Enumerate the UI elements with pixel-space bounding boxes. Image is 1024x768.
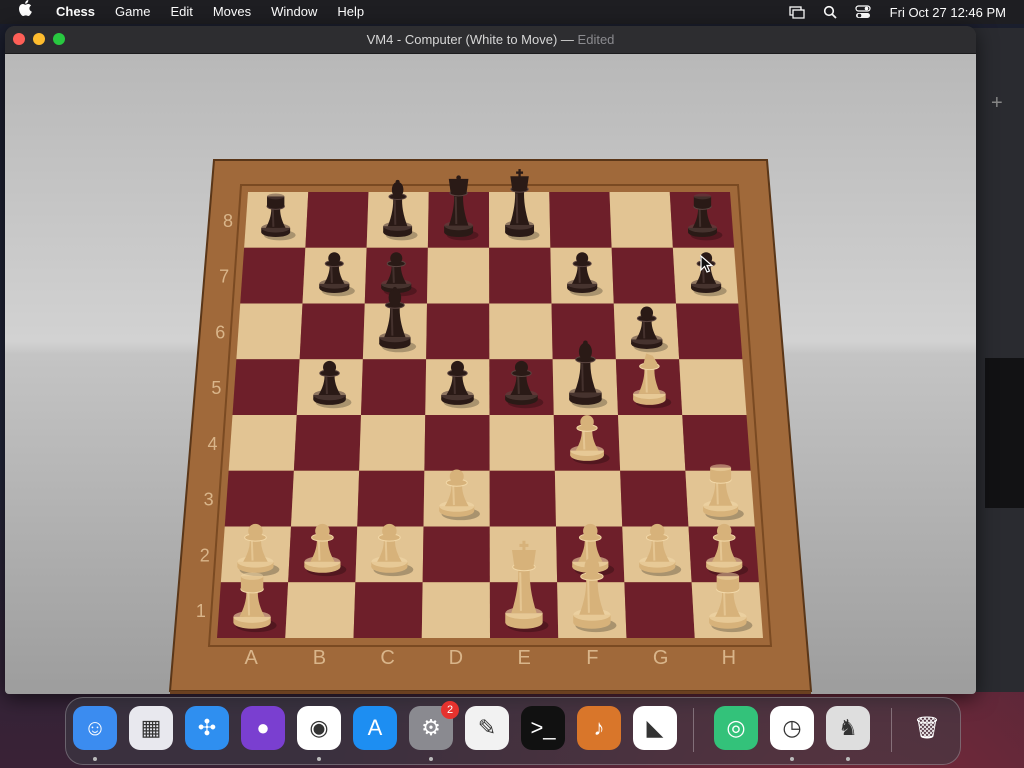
board-square-c5: [361, 359, 427, 415]
board-square-a3: [224, 470, 294, 527]
running-indicator: [93, 757, 97, 761]
rank-label-7: 7: [219, 267, 229, 287]
rank-label-1: 1: [196, 601, 206, 621]
screen-mirroring-icon[interactable]: [780, 5, 814, 19]
find-my-icon[interactable]: ◎: [714, 706, 758, 750]
running-indicator: [846, 757, 850, 761]
trash-icon[interactable]: 🗑: [905, 706, 949, 750]
board-square-h4: [682, 415, 751, 471]
dock-separator: [693, 708, 694, 752]
apple-menu-icon[interactable]: [0, 0, 46, 24]
file-label-g: G: [653, 647, 669, 669]
finder-icon[interactable]: ☺: [73, 706, 117, 750]
clock-icon[interactable]: ◷: [770, 706, 814, 750]
board-square-d2: [422, 526, 490, 583]
running-indicator: [429, 757, 433, 761]
mouse-pointer-icon: [700, 255, 714, 273]
board-square-b4: [293, 415, 361, 471]
chess-window: VM4 - Computer (White to Move) — Edited …: [5, 26, 976, 694]
file-label-a: A: [244, 647, 258, 669]
running-indicator: [317, 757, 321, 761]
rank-label-5: 5: [211, 378, 221, 398]
board-square-a6: [236, 303, 303, 360]
rank-label-8: 8: [223, 211, 233, 231]
file-label-f: F: [586, 647, 598, 669]
board-square-e4: [489, 415, 555, 471]
board-frame-edge: [170, 691, 811, 694]
terminal-icon[interactable]: >_: [521, 706, 565, 750]
board-square-g1: [624, 582, 695, 638]
background-window-content: [985, 358, 1024, 508]
board-square-b8: [305, 192, 369, 248]
rank-label-4: 4: [208, 434, 218, 454]
rank-label-6: 6: [215, 322, 225, 342]
board-square-h5: [679, 359, 747, 415]
board-square-e6: [489, 303, 553, 360]
file-label-d: D: [449, 647, 463, 669]
board-square-a7: [240, 247, 306, 304]
notification-badge: 2: [441, 701, 459, 719]
window-title: VM4 - Computer (White to Move) — Edited: [5, 26, 976, 53]
board-square-d7: [427, 247, 490, 304]
chess-board-3d[interactable]: 8 7 6 5 4 3 2 1 A B C D E F G H: [5, 54, 976, 694]
board-square-f3: [554, 470, 623, 527]
menu-bar-clock[interactable]: Fri Oct 27 12:46 PM: [880, 5, 1024, 20]
board-square-f8: [549, 192, 612, 248]
window-title-text: VM4 - Computer (White to Move): [366, 32, 558, 47]
board-square-d6: [426, 303, 490, 360]
firefox-icon[interactable]: ●: [241, 706, 285, 750]
board-square-b6: [299, 303, 365, 360]
rank-label-3: 3: [204, 490, 214, 510]
file-label-b: B: [313, 647, 326, 669]
board-square-c4: [359, 415, 426, 471]
launchpad-icon[interactable]: ▦: [129, 706, 173, 750]
menu-moves[interactable]: Moves: [203, 0, 261, 24]
file-label-e: E: [517, 647, 530, 669]
board-square-e3: [489, 470, 556, 527]
chrome-icon[interactable]: ◉: [297, 706, 341, 750]
board-square-h6: [676, 303, 743, 360]
board-square-d4: [424, 415, 490, 471]
add-tab-icon[interactable]: +: [991, 92, 1003, 115]
board-square-b1: [285, 582, 356, 638]
board-square-d1: [421, 582, 490, 638]
garageband-icon[interactable]: ♪: [577, 706, 621, 750]
app-store-icon[interactable]: A: [353, 706, 397, 750]
safari-icon[interactable]: ✣: [185, 706, 229, 750]
chess-app-icon[interactable]: ♞: [826, 706, 870, 750]
board-scene: 8 7 6 5 4 3 2 1 A B C D E F G H: [5, 54, 976, 694]
board-square-g7: [611, 247, 676, 304]
window-title-separator: —: [560, 32, 574, 47]
vscode-icon[interactable]: ◣: [633, 706, 677, 750]
board-square-g4: [618, 415, 686, 471]
menu-bar: Chess Game Edit Moves Window Help Fri Oc…: [0, 0, 1024, 24]
spotlight-search-icon[interactable]: [814, 5, 846, 19]
dock: ☺ ▦ ✣ ● ◉ A ⚙ 2 ✎ >_ ♪ ◣ ◎ ◷ ♞ 🗑: [65, 697, 961, 765]
rank-label-2: 2: [200, 545, 210, 565]
board-square-c1: [353, 582, 423, 638]
board-square-g8: [609, 192, 673, 248]
board-square-c3: [357, 470, 425, 527]
menu-window[interactable]: Window: [261, 0, 327, 24]
file-label-h: H: [722, 647, 736, 669]
control-center-icon[interactable]: [846, 5, 880, 19]
running-indicator: [790, 757, 794, 761]
menu-edit[interactable]: Edit: [160, 0, 202, 24]
file-label-c: C: [380, 647, 394, 669]
board-square-g3: [620, 470, 689, 527]
board-square-a5: [232, 359, 300, 415]
menu-game[interactable]: Game: [105, 0, 160, 24]
dock-separator: [891, 708, 892, 752]
board-square-e7: [489, 247, 552, 304]
system-settings-icon[interactable]: ⚙ 2: [409, 701, 459, 750]
board-square-b3: [291, 470, 360, 527]
board-square-a4: [228, 415, 297, 471]
window-titlebar[interactable]: VM4 - Computer (White to Move) — Edited: [5, 26, 976, 54]
window-edited-status: Edited: [577, 32, 615, 47]
textedit-icon[interactable]: ✎: [465, 706, 509, 750]
menu-help[interactable]: Help: [327, 0, 374, 24]
menu-app-name[interactable]: Chess: [46, 0, 105, 24]
